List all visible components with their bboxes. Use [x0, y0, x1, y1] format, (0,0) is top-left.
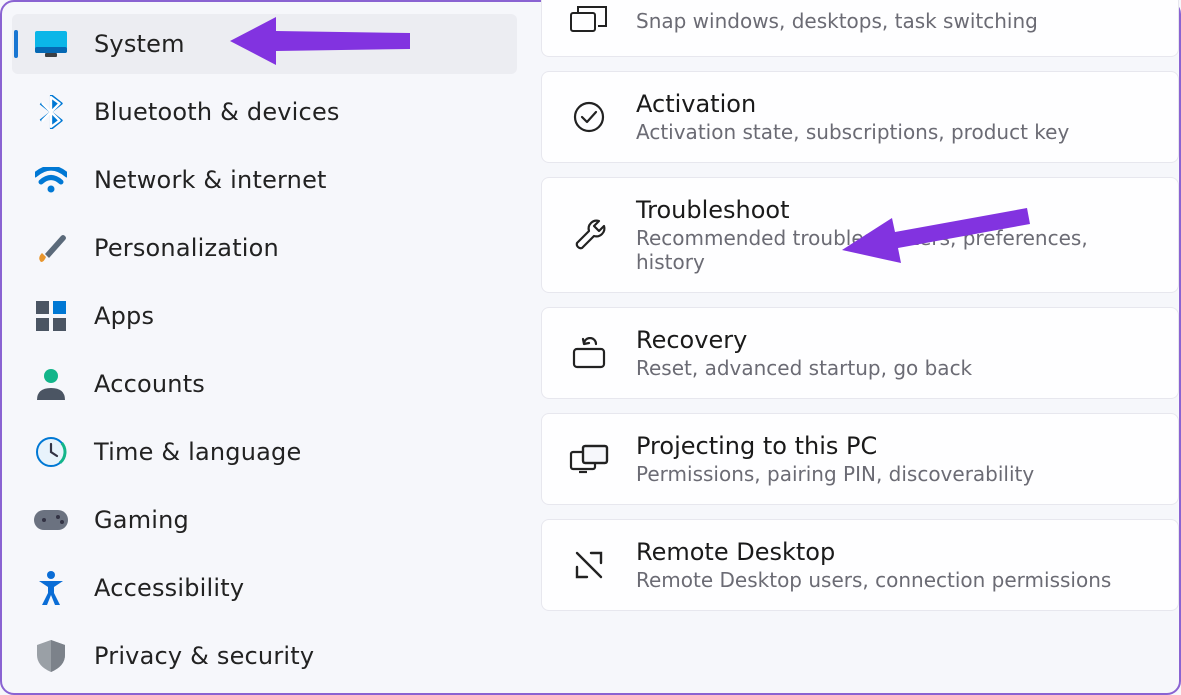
sidebar-item-gaming[interactable]: Gaming: [12, 490, 517, 550]
sidebar-item-bluetooth[interactable]: Bluetooth & devices: [12, 82, 517, 142]
card-title: Troubleshoot: [636, 196, 1156, 224]
bluetooth-icon: [34, 95, 68, 129]
sidebar-item-label: Privacy & security: [94, 642, 314, 670]
card-projecting[interactable]: Projecting to this PC Permissions, pairi…: [541, 413, 1179, 505]
card-recovery[interactable]: Recovery Reset, advanced startup, go bac…: [541, 307, 1179, 399]
project-icon: [568, 438, 610, 480]
sidebar-item-accounts[interactable]: Accounts: [12, 354, 517, 414]
settings-sidebar: System Bluetooth & devices Network & int…: [2, 2, 527, 693]
sidebar-item-label: System: [94, 30, 185, 58]
card-subtitle: Snap windows, desktops, task switching: [636, 9, 1156, 33]
sidebar-item-label: Bluetooth & devices: [94, 98, 340, 126]
brush-icon: [34, 231, 68, 265]
wrench-icon: [568, 214, 610, 256]
accessibility-icon: [34, 571, 68, 605]
sidebar-item-time-language[interactable]: Time & language: [12, 422, 517, 482]
person-icon: [34, 367, 68, 401]
sidebar-item-system[interactable]: System: [12, 14, 517, 74]
sidebar-item-label: Accounts: [94, 370, 205, 398]
sidebar-item-accessibility[interactable]: Accessibility: [12, 558, 517, 618]
sidebar-item-label: Network & internet: [94, 166, 327, 194]
card-subtitle: Reset, advanced startup, go back: [636, 356, 1156, 380]
card-multitasking[interactable]: Snap windows, desktops, task switching: [541, 0, 1179, 57]
settings-main-panel: Snap windows, desktops, task switching A…: [527, 2, 1179, 693]
sidebar-item-label: Time & language: [94, 438, 301, 466]
card-activation[interactable]: Activation Activation state, subscriptio…: [541, 71, 1179, 163]
card-title: Projecting to this PC: [636, 432, 1156, 460]
gamepad-icon: [34, 503, 68, 537]
wifi-icon: [34, 163, 68, 197]
card-title: Remote Desktop: [636, 538, 1156, 566]
card-title: Activation: [636, 90, 1156, 118]
sidebar-item-network[interactable]: Network & internet: [12, 150, 517, 210]
card-subtitle: Activation state, subscriptions, product…: [636, 120, 1156, 144]
shield-icon: [34, 639, 68, 673]
sidebar-item-label: Apps: [94, 302, 154, 330]
display-icon: [34, 27, 68, 61]
multitask-icon: [568, 0, 610, 42]
card-troubleshoot[interactable]: Troubleshoot Recommended troubleshooters…: [541, 177, 1179, 293]
card-subtitle: Remote Desktop users, connection permiss…: [636, 568, 1156, 592]
sidebar-item-label: Personalization: [94, 234, 279, 262]
check-circle-icon: [568, 96, 610, 138]
sidebar-item-privacy[interactable]: Privacy & security: [12, 626, 517, 686]
card-subtitle: Permissions, pairing PIN, discoverabilit…: [636, 462, 1156, 486]
remote-icon: [568, 544, 610, 586]
sidebar-item-apps[interactable]: Apps: [12, 286, 517, 346]
apps-icon: [34, 299, 68, 333]
card-subtitle: Recommended troubleshooters, preferences…: [636, 226, 1156, 274]
card-title: Recovery: [636, 326, 1156, 354]
sidebar-item-label: Accessibility: [94, 574, 244, 602]
card-remote-desktop[interactable]: Remote Desktop Remote Desktop users, con…: [541, 519, 1179, 611]
sidebar-item-personalization[interactable]: Personalization: [12, 218, 517, 278]
sidebar-item-label: Gaming: [94, 506, 189, 534]
clock-icon: [34, 435, 68, 469]
recovery-icon: [568, 332, 610, 374]
